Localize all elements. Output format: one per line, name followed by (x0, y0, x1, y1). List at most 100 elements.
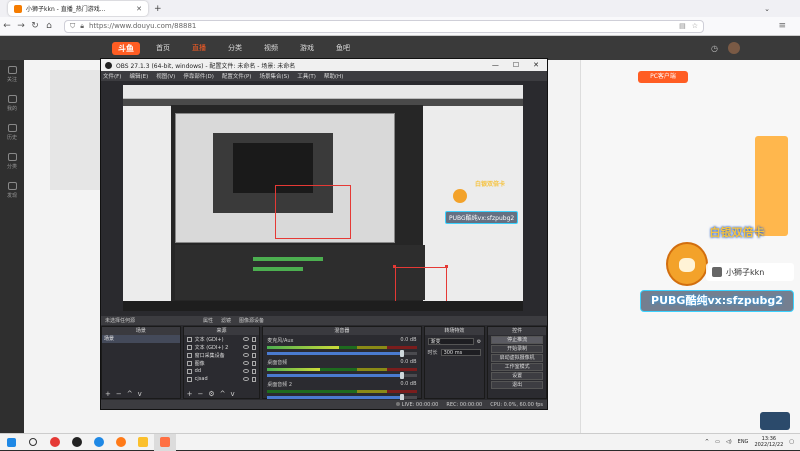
remove-icon[interactable]: − (116, 390, 122, 398)
source-item[interactable]: 文本 (GDI+) (184, 335, 260, 343)
obs-menu-item[interactable]: 场景集合(S) (259, 72, 289, 80)
control-button-0[interactable]: 停止推流 (491, 336, 543, 344)
control-button-3[interactable]: 工作室模式 (491, 363, 543, 371)
site-nav-4[interactable]: 游戏 (300, 43, 314, 53)
eye-icon[interactable] (243, 377, 250, 381)
control-button-2[interactable]: 启动虚拟摄像机 (491, 354, 543, 362)
sidebar-item[interactable]: 我的 (0, 89, 24, 118)
obs-menu-item[interactable]: 文件(F) (103, 72, 121, 80)
source-item[interactable]: dd (184, 367, 260, 375)
browser-icon[interactable] (44, 434, 66, 451)
sidebar-item[interactable]: 分类 (0, 147, 24, 176)
source-item[interactable]: 窗口采集设备 (184, 351, 260, 359)
lock-icon[interactable] (252, 360, 257, 366)
user-avatar[interactable] (728, 42, 740, 54)
eye-icon[interactable] (243, 369, 250, 373)
volume-slider[interactable] (267, 372, 417, 379)
edge-icon[interactable] (88, 434, 110, 451)
tab-list-chevron-icon[interactable]: ⌄ (764, 5, 770, 13)
obs-menu-item[interactable]: 工具(T) (297, 72, 316, 80)
source-item[interactable]: 图像 (184, 359, 260, 367)
obs-menu-item[interactable]: 停靠部件(D) (183, 72, 214, 80)
start-icon[interactable] (0, 434, 22, 451)
add-icon[interactable]: + (187, 390, 193, 398)
selection-handle[interactable] (445, 265, 448, 268)
duration-input[interactable]: 300 ms (440, 349, 482, 356)
maximize-icon[interactable]: ☐ (513, 61, 519, 69)
site-nav-3[interactable]: 视频 (264, 43, 278, 53)
sidebar-item[interactable]: 历史 (0, 118, 24, 147)
minimize-icon[interactable]: — (492, 61, 499, 69)
volume-slider[interactable] (267, 394, 417, 401)
eye-icon[interactable] (243, 353, 250, 357)
selection-handle[interactable] (393, 265, 396, 268)
obs-icon[interactable] (66, 434, 88, 451)
network-icon[interactable]: ▭ (715, 439, 720, 445)
control-button-4[interactable]: 设置 (491, 372, 543, 380)
home-icon[interactable]: ⌂ (42, 21, 56, 31)
clock[interactable]: 13:36 2022/12/22 (754, 436, 783, 448)
site-nav-1[interactable]: 直播 (192, 43, 206, 53)
transition-type-select[interactable]: 渐变 (427, 338, 474, 345)
language-indicator[interactable]: ENG (738, 439, 749, 445)
new-tab-button[interactable]: + (154, 4, 162, 14)
add-icon[interactable]: + (105, 390, 111, 398)
reload-icon[interactable]: ↻ (28, 21, 42, 31)
browser-tab[interactable]: 小狮子kkn - 直播_热门游戏... ✕ (8, 1, 148, 16)
obs-preview[interactable]: 白银双倍卡 PUBG酷纯vx:sfzpubg2 (123, 85, 523, 311)
remove-icon[interactable]: − (198, 390, 204, 398)
chevron-up-icon[interactable]: ^ (705, 439, 709, 445)
firefox-icon[interactable] (110, 434, 132, 451)
scene-item[interactable]: 场景 (102, 335, 180, 343)
back-icon[interactable]: ← (0, 21, 14, 31)
volume-slider[interactable] (267, 350, 417, 357)
gear-icon[interactable]: ⚙ (477, 339, 481, 345)
down-icon[interactable]: v (231, 390, 235, 398)
lock-icon[interactable] (252, 336, 257, 342)
douyu-logo[interactable]: 斗鱼 (112, 41, 140, 55)
lock-icon[interactable] (252, 368, 257, 374)
up-icon[interactable]: ^ (220, 390, 226, 398)
eye-icon[interactable] (243, 337, 250, 341)
search-icon[interactable] (22, 434, 44, 451)
lock-icon[interactable]: 🔒︎ (80, 22, 84, 31)
site-nav-2[interactable]: 分类 (228, 43, 242, 53)
lock-icon[interactable] (252, 376, 257, 382)
obs-active-icon[interactable] (154, 433, 176, 451)
pc-client-button[interactable]: PC客户端 (638, 71, 688, 83)
folder-icon[interactable] (132, 434, 154, 451)
gear-icon[interactable]: ⚙ (208, 390, 214, 398)
slider-handle[interactable] (399, 350, 404, 357)
obs-menu-item[interactable]: 帮助(H) (324, 72, 343, 80)
eye-icon[interactable] (243, 361, 250, 365)
slider-handle[interactable] (399, 372, 404, 379)
close-icon[interactable]: ✕ (533, 61, 539, 69)
eye-icon[interactable] (243, 345, 250, 349)
promo-banner[interactable] (755, 136, 788, 236)
lock-icon[interactable] (252, 344, 257, 350)
history-icon[interactable]: ◷ (711, 44, 718, 53)
url-bar[interactable]: ⛉ 🔒︎ https://www.douyu.com/88881 ▤ ☆ (64, 19, 704, 33)
tab-close-icon[interactable]: ✕ (136, 5, 142, 13)
shield-icon[interactable]: ⛉ (70, 22, 75, 31)
device-button[interactable]: 图像源设备 (239, 317, 264, 324)
lock-icon[interactable] (252, 352, 257, 358)
sidebar-item[interactable]: 关注 (0, 60, 24, 89)
properties-button[interactable]: 属性 (203, 317, 213, 324)
sidebar-item[interactable]: 发现 (0, 176, 24, 205)
site-nav-0[interactable]: 首页 (156, 43, 170, 53)
obs-menu-item[interactable]: 视图(V) (156, 72, 175, 80)
forward-icon[interactable]: → (14, 21, 28, 31)
down-icon[interactable]: v (138, 390, 142, 398)
obs-titlebar[interactable]: OBS 27.1.3 (64-bit, windows) - 配置文件: 未命名… (101, 59, 547, 71)
source-item[interactable]: cjsad (184, 375, 260, 383)
obs-menu-item[interactable]: 编辑(E) (129, 72, 148, 80)
star-icon[interactable]: ☆ (692, 22, 698, 30)
reader-view-icon[interactable]: ▤ (679, 22, 686, 30)
obs-menu-item[interactable]: 配置文件(P) (222, 72, 252, 80)
source-item[interactable]: 文本 (GDI+) 2 (184, 343, 260, 351)
notification-icon[interactable]: ▢ (789, 439, 794, 445)
filters-button[interactable]: 滤镜 (221, 317, 231, 324)
volume-icon[interactable]: ◁) (726, 439, 732, 445)
up-icon[interactable]: ^ (127, 390, 133, 398)
